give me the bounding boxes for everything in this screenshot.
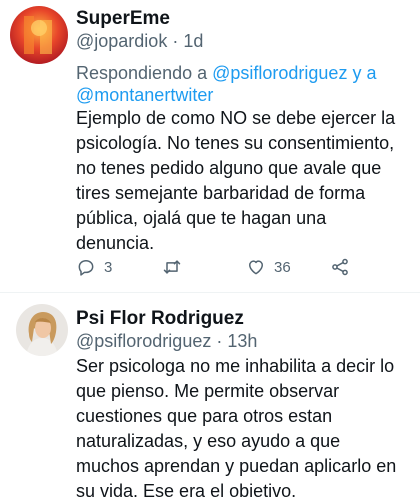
- tweet-meta: @jopardiok · 1d: [76, 30, 203, 52]
- share-icon: [332, 258, 348, 276]
- display-name[interactable]: Psi Flor Rodriguez: [76, 308, 257, 330]
- meta-separator: ·: [167, 31, 184, 51]
- reply-icon: [78, 260, 94, 276]
- tweet-psi-flor[interactable]: Psi Flor Rodriguez @psiflorodriguez · 13…: [0, 294, 420, 497]
- avatar[interactable]: [10, 6, 68, 64]
- mention-link[interactable]: @montanertwiter: [76, 85, 213, 105]
- handle[interactable]: @jopardiok: [76, 31, 167, 51]
- retweet-icon: [163, 260, 181, 274]
- avatar-image: [16, 304, 68, 356]
- avatar[interactable]: [16, 304, 68, 356]
- like-button[interactable]: 36: [246, 253, 291, 281]
- tweet-header: Psi Flor Rodriguez @psiflorodriguez · 13…: [76, 308, 257, 352]
- like-count: 36: [274, 258, 291, 276]
- tweet-meta: @psiflorodriguez · 13h: [76, 330, 257, 352]
- share-button[interactable]: [330, 253, 350, 281]
- mention-link[interactable]: @psiflorodriguez: [212, 63, 347, 83]
- tweet-actions: 3 36: [76, 253, 366, 281]
- retweet-button[interactable]: [162, 253, 190, 281]
- heart-icon: [249, 260, 263, 275]
- tweet-header: SuperEme @jopardiok · 1d: [76, 8, 203, 52]
- tweet-superEme[interactable]: SuperEme @jopardiok · 1d Respondiendo a …: [0, 0, 420, 293]
- handle[interactable]: @psiflorodriguez: [76, 331, 211, 351]
- timestamp[interactable]: 13h: [227, 331, 257, 351]
- tweet-text: Ejemplo de como NO se debe ejercer la ps…: [76, 108, 396, 253]
- replying-joiner: y a: [347, 63, 377, 83]
- meta-separator: ·: [211, 331, 228, 351]
- tweet-text: Ser psicologa no me inhabilita a decir l…: [76, 356, 397, 497]
- timestamp[interactable]: 1d: [183, 31, 203, 51]
- replying-to: Respondiendo a @psiflorodriguez y a @mont…: [76, 62, 406, 106]
- display-name[interactable]: SuperEme: [76, 8, 203, 30]
- reply-count: 3: [104, 258, 113, 276]
- reply-button[interactable]: 3: [76, 253, 112, 281]
- replying-prefix: Respondiendo a: [76, 63, 213, 83]
- avatar-image: [10, 6, 68, 64]
